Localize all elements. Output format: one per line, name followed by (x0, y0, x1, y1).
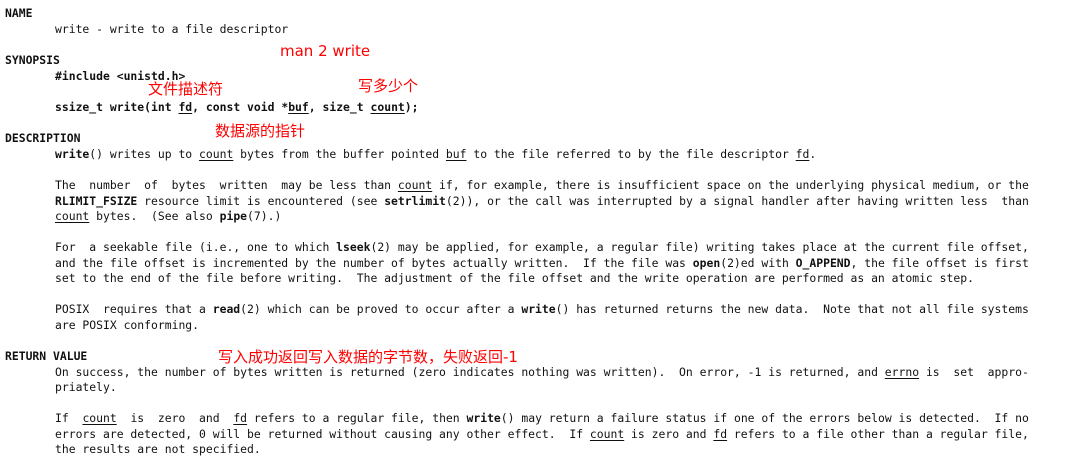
desc-paragraph-4-line-1: POSIX requires that a read(2) which can … (55, 302, 1029, 316)
desc-paragraph-4-line-2: are POSIX conforming. (55, 318, 200, 332)
sig-fd: fd (178, 100, 193, 114)
return-paragraph-1-line-1: On success, the number of bytes written … (55, 365, 1029, 379)
return-paragraph-2-line-2: errors are detected, 0 will be returned … (55, 427, 1029, 441)
return-paragraph-1-line-2: priately. (55, 380, 117, 394)
sig-buf: buf (288, 100, 309, 114)
desc-paragraph-1: write() writes up to count bytes from th… (55, 147, 817, 161)
desc-paragraph-2-line-3: count bytes. (See also pipe(7).) (55, 209, 282, 223)
desc-paragraph-2-line-1: The number of bytes written may be less … (55, 178, 1029, 192)
annotation-count: 写多少个 (358, 77, 419, 95)
annotation-man-page: man 2 write (280, 42, 371, 60)
sig-count: count (370, 100, 405, 114)
desc-paragraph-3-line-1: For a seekable file (i.e., one to which … (55, 240, 1029, 254)
section-description-heading: DESCRIPTION (5, 131, 81, 145)
desc-paragraph-3-line-3: set to the end of the file before writin… (55, 271, 974, 285)
signature-line: ssize_t write(int fd, const void *buf, s… (55, 100, 419, 114)
annotation-return-value: 写入成功返回写入数据的字节数，失败返回-1 (218, 348, 518, 366)
section-name-heading: NAME (5, 6, 33, 20)
name-line: write - write to a file descriptor (55, 22, 289, 36)
desc-paragraph-3-line-2: and the file offset is incremented by th… (55, 256, 1029, 270)
desc-paragraph-2-line-2: RLIMIT_FSIZE resource limit is encounter… (55, 194, 1029, 208)
return-paragraph-2-line-1: If count is zero and fd refers to a regu… (55, 411, 1029, 425)
annotation-buf: 数据源的指针 (215, 122, 306, 140)
section-synopsis-heading: SYNOPSIS (5, 53, 60, 67)
return-paragraph-2-line-3: the results are not specified. (55, 442, 261, 456)
section-return-value-heading: RETURN VALUE (5, 349, 88, 363)
annotation-fd: 文件描述符 (148, 80, 224, 98)
